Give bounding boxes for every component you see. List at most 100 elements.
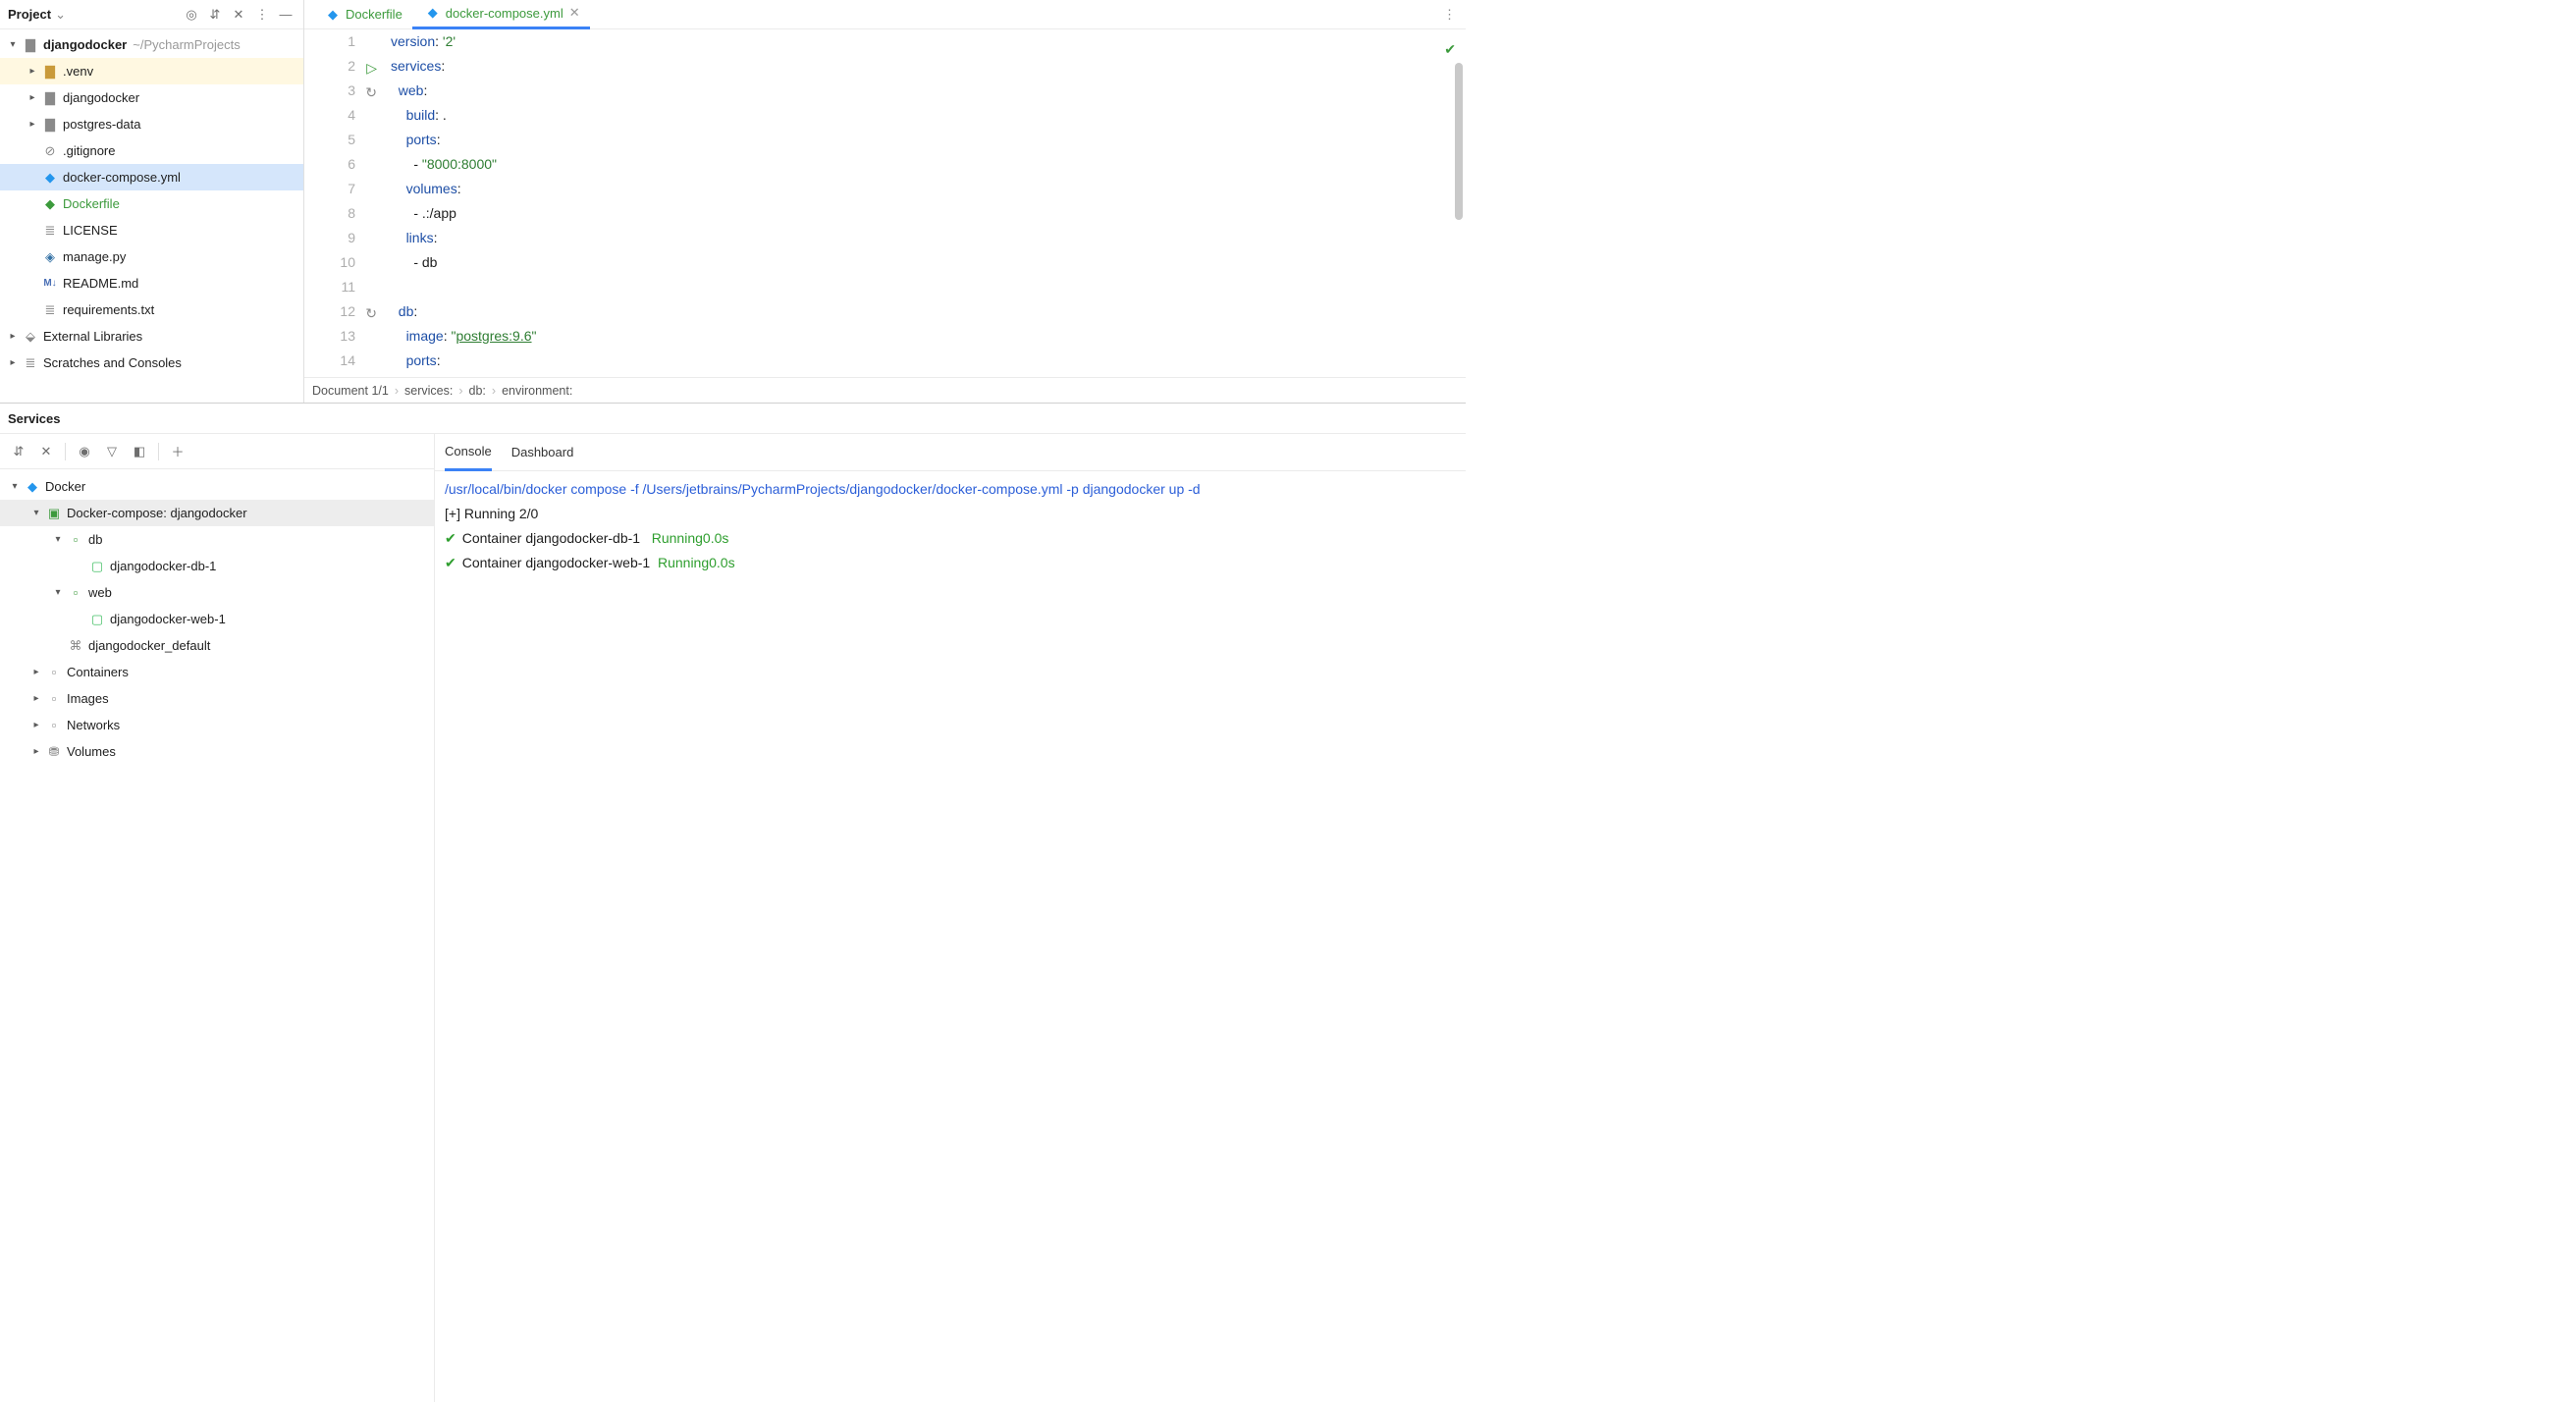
expand-arrow-icon[interactable]: ▸ [29, 693, 43, 704]
run-gutter-icon[interactable]: ▷ [366, 56, 377, 81]
reload-gutter-icon[interactable]: ↻ [365, 301, 377, 326]
code-line[interactable]: links: [391, 226, 537, 250]
expand-arrow-icon[interactable]: ▸ [26, 92, 39, 103]
gutter-line[interactable]: 14 [304, 349, 355, 373]
gutter-line[interactable]: 5 [304, 128, 355, 152]
code-line[interactable]: - db [391, 250, 537, 275]
services-tree-item[interactable]: ▸▫Images [0, 685, 434, 712]
tree-item[interactable]: ·◆Dockerfile [0, 190, 303, 217]
locate-icon[interactable]: ◎ [182, 5, 201, 25]
external-libraries[interactable]: ▸ ⬙ External Libraries [0, 323, 303, 350]
code-line[interactable] [391, 275, 537, 299]
code-line[interactable]: - "8000:8000" [391, 152, 537, 177]
gutter-line[interactable]: 9 [304, 226, 355, 250]
breadcrumb-item[interactable]: environment: [502, 384, 572, 398]
more-icon[interactable]: ⋮ [252, 5, 272, 25]
services-tab[interactable]: Console [445, 434, 492, 471]
expand-arrow-icon[interactable]: ▸ [29, 746, 43, 757]
code-line[interactable]: db: [391, 299, 537, 324]
gutter-line[interactable]: 2▷ [304, 54, 355, 79]
tree-item[interactable]: ·◈manage.py [0, 243, 303, 270]
tree-item[interactable]: ·⊘.gitignore [0, 137, 303, 164]
gutter-line[interactable]: 6 [304, 152, 355, 177]
tree-item[interactable]: ▸▇djangodocker [0, 84, 303, 111]
code-line[interactable]: web: [391, 79, 537, 103]
expand-arrow-icon[interactable]: ▸ [29, 667, 43, 677]
tree-item[interactable]: ·◆docker-compose.yml [0, 164, 303, 190]
gutter-line[interactable]: 13 [304, 324, 355, 349]
editor-tab[interactable]: ◆Dockerfile [312, 0, 412, 29]
gutter-line[interactable]: 12↻ [304, 299, 355, 324]
code-line[interactable]: services: [391, 54, 537, 79]
scratches[interactable]: ▸ ≣ Scratches and Consoles [0, 350, 303, 376]
close-tab-icon[interactable]: ✕ [569, 5, 580, 21]
expand-arrow-icon[interactable]: ▾ [51, 534, 65, 545]
gutter-line[interactable]: 7 [304, 177, 355, 201]
expand-arrow-icon[interactable]: ▸ [26, 66, 39, 77]
project-header: Project ⌄ ◎ ⇵ ✕ ⋮ — [0, 0, 303, 29]
close-icon[interactable]: ✕ [33, 439, 59, 464]
code-line[interactable]: - .:/app [391, 201, 537, 226]
services-tree-item[interactable]: ▸▫Containers [0, 659, 434, 685]
services-tree-item[interactable]: ▾◆Docker [0, 473, 434, 500]
minimize-icon[interactable]: — [276, 5, 295, 25]
tree-item[interactable]: ▸▇postgres-data [0, 111, 303, 137]
show-icon[interactable]: ◉ [72, 439, 97, 464]
project-root[interactable]: ▾ ▇ djangodocker ~/PycharmProjects [0, 31, 303, 58]
services-tree-item[interactable]: ·⌘djangodocker_default [0, 632, 434, 659]
tree-item[interactable]: ▸▇.venv [0, 58, 303, 84]
expand-arrow-icon[interactable]: ▸ [26, 119, 39, 130]
gutter-line[interactable]: 4 [304, 103, 355, 128]
services-tree-item[interactable]: ▾▫web [0, 579, 434, 606]
gutter-line[interactable]: 3↻ [304, 79, 355, 103]
folder-icon: ▇ [41, 63, 59, 81]
tree-item-label: requirements.txt [63, 302, 154, 317]
services-tree-item[interactable]: ▸▫Networks [0, 712, 434, 738]
inspection-ok-icon[interactable]: ✔ [1444, 37, 1456, 62]
breadcrumb[interactable]: Document 1/1›services:›db:›environment: [304, 377, 1466, 403]
gutter-line[interactable]: 11 [304, 275, 355, 299]
console-output[interactable]: /usr/local/bin/docker compose -f /Users/… [435, 471, 1466, 1402]
expand-icon[interactable]: ⇵ [6, 439, 31, 464]
close-icon[interactable]: ✕ [229, 5, 248, 25]
tab-more-icon[interactable]: ⋮ [1443, 7, 1456, 23]
code-editor[interactable]: 12▷3↻456789101112↻1314 version: '2'servi… [304, 29, 1466, 377]
expand-arrow-icon[interactable]: ▾ [51, 587, 65, 598]
breadcrumb-item[interactable]: services: [404, 384, 453, 398]
services-tree-item[interactable]: ▾▫db [0, 526, 434, 553]
expand-arrow-icon[interactable]: ▾ [29, 508, 43, 518]
services-tree[interactable]: ▾◆Docker▾▣Docker-compose: djangodocker▾▫… [0, 469, 434, 1402]
gutter-line[interactable]: 1 [304, 29, 355, 54]
expand-arrow-icon[interactable]: ▸ [29, 720, 43, 730]
filter-icon[interactable]: ▽ [99, 439, 125, 464]
expand-collapse-icon[interactable]: ⇵ [205, 5, 225, 25]
gitignore-icon: ⊘ [41, 142, 59, 160]
tree-item[interactable]: ·M↓README.md [0, 270, 303, 297]
services-tree-item[interactable]: ·▢djangodocker-web-1 [0, 606, 434, 632]
window-icon[interactable]: ◧ [127, 439, 152, 464]
scrollbar[interactable] [1455, 63, 1463, 220]
tree-item[interactable]: ·≣requirements.txt [0, 297, 303, 323]
add-icon[interactable]: ＋ [165, 439, 190, 464]
code-line[interactable]: volumes: [391, 177, 537, 201]
chevron-down-icon[interactable]: ⌄ [55, 7, 66, 23]
gutter-line[interactable]: 10 [304, 250, 355, 275]
expand-arrow-icon[interactable]: ▾ [8, 481, 22, 492]
services-item-label: djangodocker_default [88, 638, 210, 653]
tree-item[interactable]: ·≣LICENSE [0, 217, 303, 243]
reload-gutter-icon[interactable]: ↻ [365, 81, 377, 105]
code-line[interactable]: ports: [391, 128, 537, 152]
services-tree-item[interactable]: ·▢djangodocker-db-1 [0, 553, 434, 579]
services-tree-item[interactable]: ▾▣Docker-compose: djangodocker [0, 500, 434, 526]
gutter-line[interactable]: 8 [304, 201, 355, 226]
services-tree-item[interactable]: ▸⛃Volumes [0, 738, 434, 765]
breadcrumb-item[interactable]: Document 1/1 [312, 384, 389, 398]
code-line[interactable]: image: "postgres:9.6" [391, 324, 537, 349]
breadcrumb-item[interactable]: db: [469, 384, 486, 398]
code-line[interactable]: ports: [391, 349, 537, 373]
services-tab[interactable]: Dashboard [511, 434, 574, 471]
code-line[interactable]: build: . [391, 103, 537, 128]
editor-tab[interactable]: ◆docker-compose.yml✕ [412, 0, 590, 29]
project-tree[interactable]: ▾ ▇ djangodocker ~/PycharmProjects ▸▇.ve… [0, 29, 303, 403]
code-line[interactable]: version: '2' [391, 29, 537, 54]
